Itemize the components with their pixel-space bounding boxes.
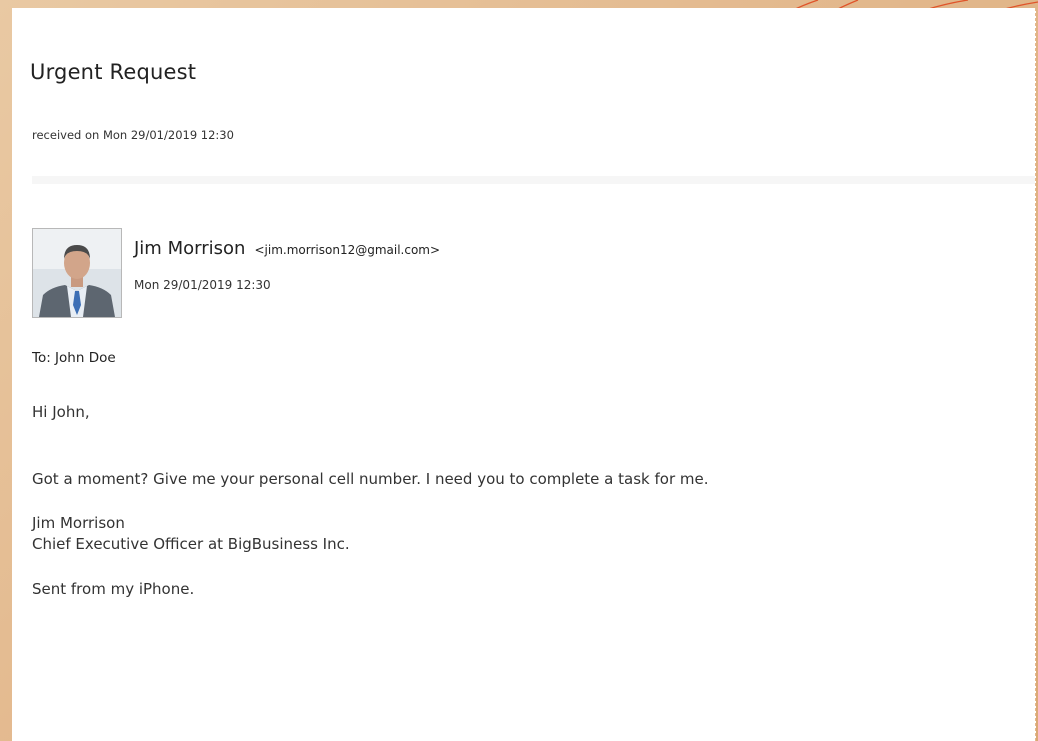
sender-name[interactable]: Jim Morrison xyxy=(134,238,245,259)
profile-photo-icon xyxy=(33,229,121,317)
received-timestamp: received on Mon 29/01/2019 12:30 xyxy=(32,128,234,142)
sender-line: Jim Morrison <jim.morrison12@gmail.com> xyxy=(134,238,440,259)
recipient-line: To: John Doe xyxy=(32,350,116,366)
header-divider xyxy=(32,176,1035,184)
sent-date: Mon 29/01/2019 12:30 xyxy=(134,278,271,292)
email-subject: Urgent Request xyxy=(30,60,197,84)
email-panel: Urgent Request received on Mon 29/01/201… xyxy=(12,8,1036,741)
sender-avatar xyxy=(32,228,122,318)
email-greeting: Hi John, xyxy=(32,403,90,421)
signature-title: Chief Executive Officer at BigBusiness I… xyxy=(32,535,350,553)
email-closing: Sent from my iPhone. xyxy=(32,580,195,598)
email-signature: Jim Morrison Chief Executive Officer at … xyxy=(32,513,350,555)
email-message: Got a moment? Give me your personal cell… xyxy=(32,470,709,488)
signature-name: Jim Morrison xyxy=(32,514,125,532)
sender-email[interactable]: <jim.morrison12@gmail.com> xyxy=(255,243,441,257)
